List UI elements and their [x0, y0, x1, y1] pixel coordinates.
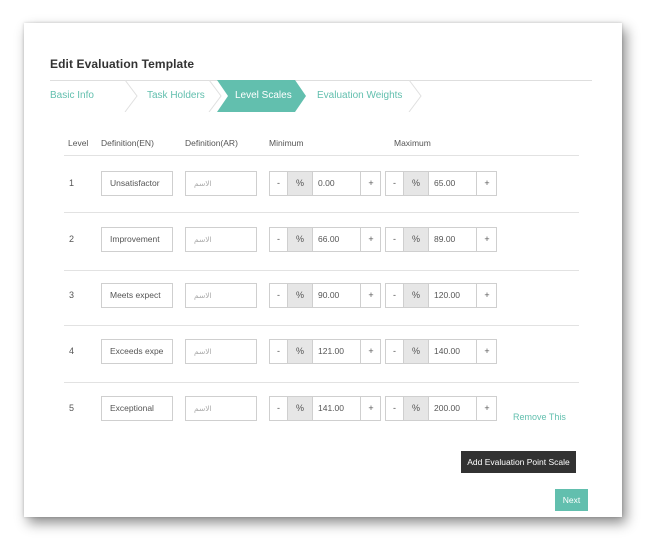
min-percent-addon: % — [287, 228, 313, 251]
min-stepper: -% 90.00 + — [269, 283, 381, 308]
min-stepper: -% 141.00 + — [269, 396, 381, 421]
max-increment-button[interactable]: + — [476, 172, 497, 195]
min-value-input[interactable]: 121.00 — [312, 340, 366, 363]
min-percent-addon: % — [287, 172, 313, 195]
definition-en-input[interactable]: Exceptional — [101, 396, 173, 421]
row-divider — [64, 382, 579, 383]
min-decrement-button[interactable]: - — [270, 228, 287, 251]
min-decrement-button[interactable]: - — [270, 172, 287, 195]
min-value-input[interactable]: 66.00 — [312, 228, 366, 251]
wizard-steps: Basic Info Task Holders Level Scales Eva… — [50, 80, 592, 112]
max-stepper: -% 200.00 + — [385, 396, 497, 421]
row-divider — [64, 212, 579, 213]
max-decrement-button[interactable]: - — [386, 228, 403, 251]
max-increment-button[interactable]: + — [476, 397, 497, 420]
max-decrement-button[interactable]: - — [386, 340, 403, 363]
max-stepper: -% 140.00 + — [385, 339, 497, 364]
next-button[interactable]: Next — [555, 489, 588, 511]
max-stepper: -% 89.00 + — [385, 227, 497, 252]
level-number: 5 — [69, 403, 75, 413]
min-stepper: -% 121.00 + — [269, 339, 381, 364]
min-increment-button[interactable]: + — [360, 397, 381, 420]
min-value-input[interactable]: 90.00 — [312, 284, 366, 307]
step-level-scales[interactable]: Level Scales — [235, 80, 292, 112]
step-basic-info[interactable]: Basic Info — [50, 80, 94, 112]
min-value-input[interactable]: 141.00 — [312, 397, 366, 420]
min-percent-addon: % — [287, 340, 313, 363]
definition-ar-input[interactable]: الاسم — [185, 339, 257, 364]
max-percent-addon: % — [403, 284, 429, 307]
header-divider — [64, 155, 579, 156]
edit-template-card: Edit Evaluation Template Basic Info Task… — [24, 23, 622, 517]
min-increment-button[interactable]: + — [360, 284, 381, 307]
row-divider — [64, 270, 579, 271]
step-task-holders[interactable]: Task Holders — [147, 80, 205, 112]
definition-ar-input[interactable]: الاسم — [185, 396, 257, 421]
max-increment-button[interactable]: + — [476, 284, 497, 307]
min-stepper: -% 0.00 + — [269, 171, 381, 196]
min-decrement-button[interactable]: - — [270, 397, 287, 420]
header-minimum: Minimum — [269, 138, 304, 148]
max-percent-addon: % — [403, 172, 429, 195]
definition-en-input[interactable]: Exceeds expe — [101, 339, 173, 364]
min-increment-button[interactable]: + — [360, 340, 381, 363]
max-increment-button[interactable]: + — [476, 228, 497, 251]
definition-ar-input[interactable]: الاسم — [185, 227, 257, 252]
header-def-en: Definition(EN) — [101, 138, 154, 148]
definition-en-input[interactable]: Unsatisfactor — [101, 171, 173, 196]
max-value-input[interactable]: 120.00 — [428, 284, 482, 307]
min-decrement-button[interactable]: - — [270, 340, 287, 363]
max-percent-addon: % — [403, 397, 429, 420]
definition-ar-input[interactable]: الاسم — [185, 171, 257, 196]
max-percent-addon: % — [403, 228, 429, 251]
definition-ar-input[interactable]: الاسم — [185, 283, 257, 308]
level-number: 4 — [69, 346, 75, 356]
max-stepper: -% 120.00 + — [385, 283, 497, 308]
min-value-input[interactable]: 0.00 — [312, 172, 366, 195]
min-increment-button[interactable]: + — [360, 228, 381, 251]
max-increment-button[interactable]: + — [476, 340, 497, 363]
remove-row-link[interactable]: Remove This — [513, 412, 566, 422]
max-percent-addon: % — [403, 340, 429, 363]
level-number: 1 — [69, 178, 75, 188]
add-evaluation-point-scale-button[interactable]: Add Evaluation Point Scale — [461, 451, 576, 473]
definition-en-input[interactable]: Improvement — [101, 227, 173, 252]
step-separator-2 — [208, 80, 222, 112]
row-divider — [64, 325, 579, 326]
step-evaluation-weights[interactable]: Evaluation Weights — [317, 80, 402, 112]
level-number: 3 — [69, 290, 75, 300]
max-decrement-button[interactable]: - — [386, 397, 403, 420]
page-title: Edit Evaluation Template — [50, 57, 195, 71]
header-maximum: Maximum — [394, 138, 431, 148]
max-decrement-button[interactable]: - — [386, 284, 403, 307]
min-stepper: -% 66.00 + — [269, 227, 381, 252]
max-value-input[interactable]: 200.00 — [428, 397, 482, 420]
min-increment-button[interactable]: + — [360, 172, 381, 195]
max-value-input[interactable]: 89.00 — [428, 228, 482, 251]
max-stepper: -% 65.00 + — [385, 171, 497, 196]
level-number: 2 — [69, 234, 75, 244]
step-separator-3 — [408, 80, 422, 112]
min-percent-addon: % — [287, 397, 313, 420]
header-level: Level — [68, 138, 89, 148]
max-value-input[interactable]: 140.00 — [428, 340, 482, 363]
min-percent-addon: % — [287, 284, 313, 307]
max-decrement-button[interactable]: - — [386, 172, 403, 195]
min-decrement-button[interactable]: - — [270, 284, 287, 307]
header-def-ar: Definition(AR) — [185, 138, 238, 148]
max-value-input[interactable]: 65.00 — [428, 172, 482, 195]
definition-en-input[interactable]: Meets expect — [101, 283, 173, 308]
step-separator-1 — [124, 80, 138, 112]
